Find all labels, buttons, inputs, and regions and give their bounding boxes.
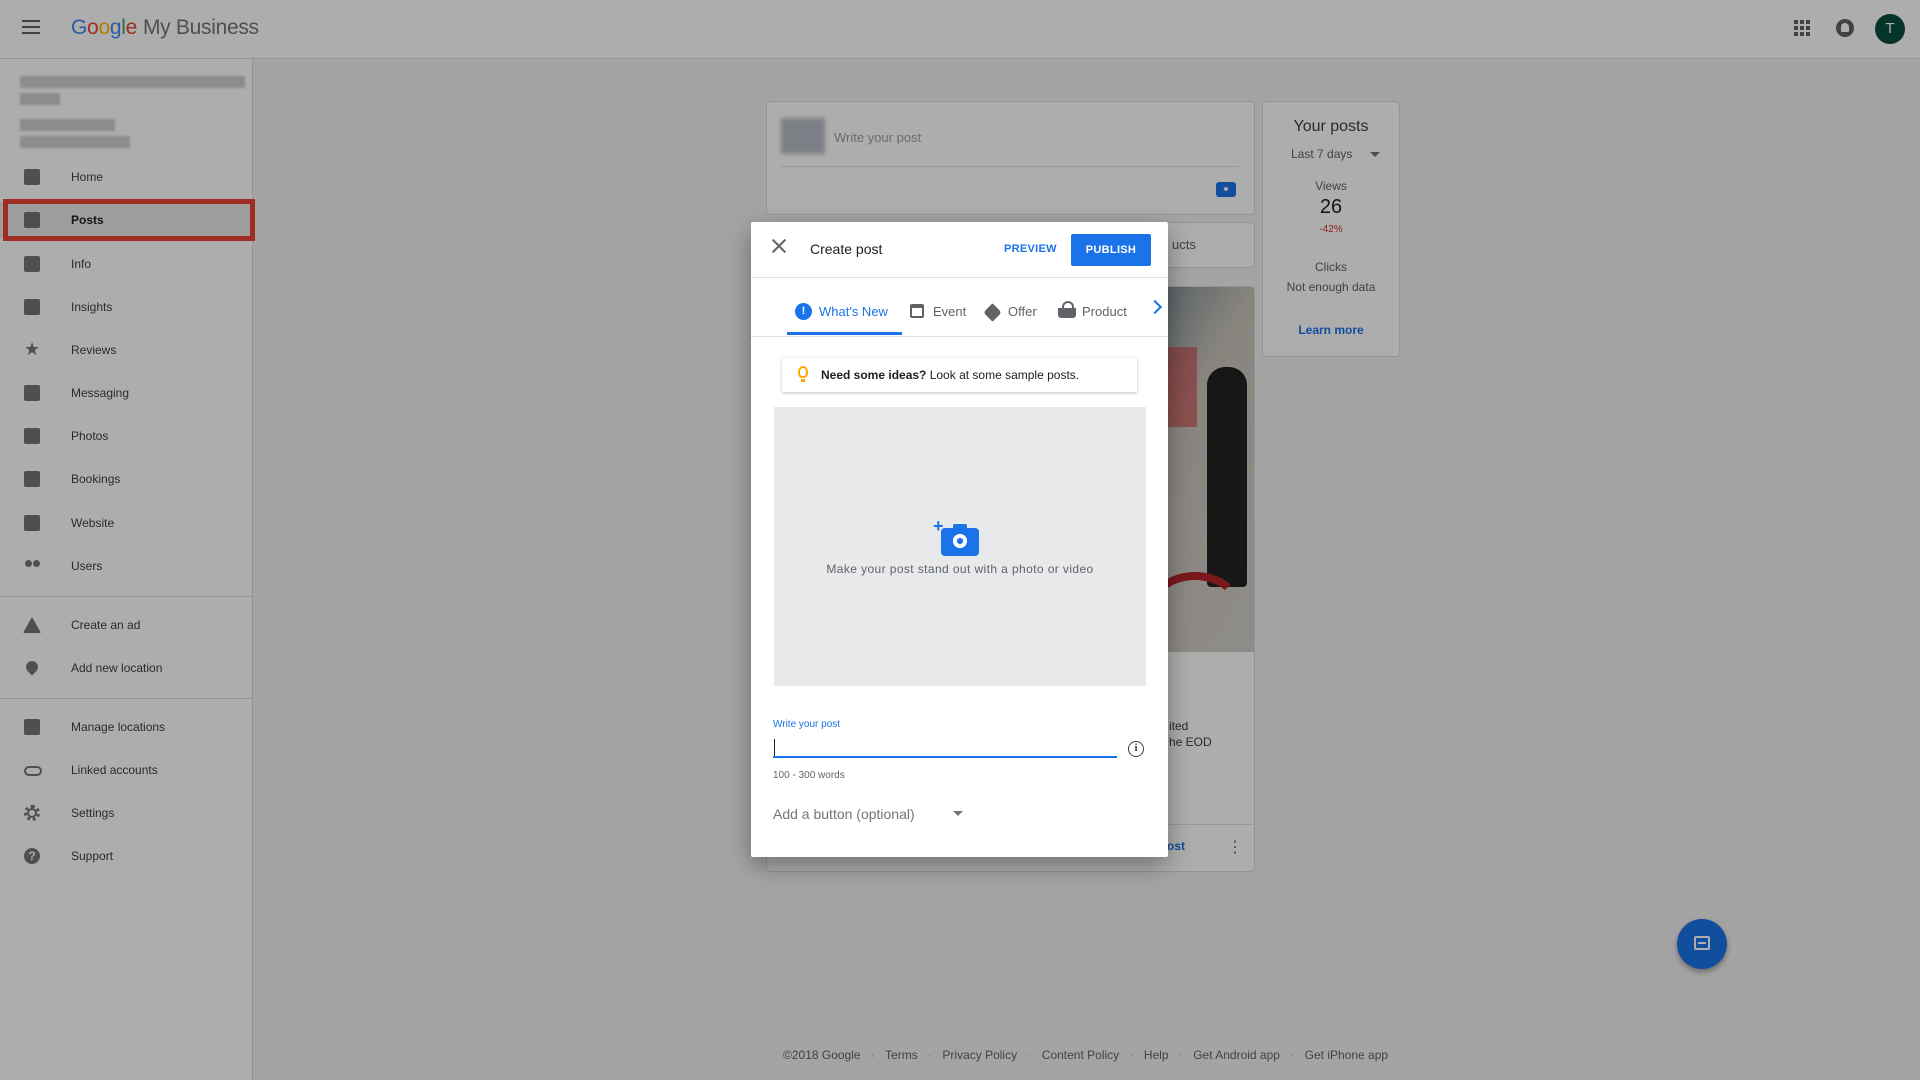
calendar-icon [910,304,924,318]
add-button-placeholder: Add a button (optional) [773,806,915,822]
tab-whats-new[interactable]: ! What's New [795,284,905,338]
tab-product[interactable]: Product [1058,284,1143,338]
post-text-label: Write your post [773,719,841,730]
ideas-bold: Need some ideas? [821,368,927,382]
ideas-link-text: Look at some sample posts. [926,368,1080,382]
chevron-down-icon [953,811,963,816]
tab-offer[interactable]: Offer [983,284,1049,338]
ideas-text: Need some ideas? Look at some sample pos… [821,368,1079,382]
post-text-input[interactable] [773,738,1117,758]
tab-label: What's New [819,304,888,319]
tab-label: Offer [1008,304,1037,319]
divider [751,336,1168,337]
basket-icon [1058,301,1076,318]
active-tab-indicator [787,332,902,335]
publish-button[interactable]: PUBLISH [1071,234,1151,266]
create-post-dialog: Create post PREVIEW PUBLISH ! What's New… [751,222,1168,857]
text-cursor [774,739,775,756]
tab-event[interactable]: Event [910,284,980,338]
chevron-right-icon[interactable] [1147,299,1163,315]
close-icon[interactable] [771,238,787,254]
divider [751,277,1168,278]
lightbulb-icon [798,366,808,382]
tag-icon [983,303,1002,322]
sample-posts-tip[interactable]: Need some ideas? Look at some sample pos… [782,358,1137,392]
info-badge-icon: ! [795,303,812,320]
add-media-area[interactable]: + Make your post stand out with a photo … [774,407,1146,686]
add-a-photo-icon: + [933,516,981,556]
dialog-title: Create post [810,241,883,257]
info-icon[interactable]: i [1128,741,1144,757]
media-prompt: Make your post stand out with a photo or… [826,562,1094,576]
word-count-hint: 100 - 300 words [773,770,845,781]
preview-button[interactable]: PREVIEW [1004,243,1057,255]
add-button-select[interactable]: Add a button (optional) [773,804,963,824]
tab-label: Product [1082,304,1127,319]
tab-label: Event [933,304,967,319]
